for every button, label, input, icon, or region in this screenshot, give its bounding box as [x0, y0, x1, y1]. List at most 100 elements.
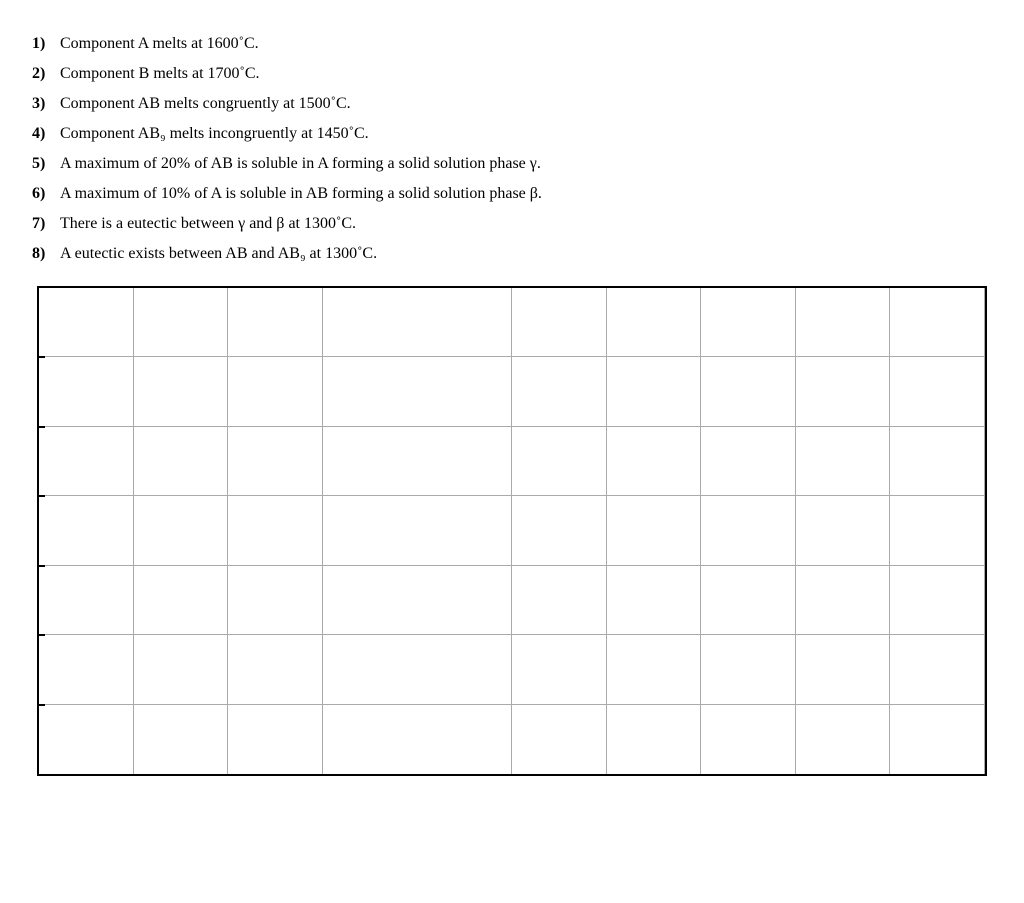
- grid-cell: [323, 705, 418, 774]
- list-item-text: Component AB melts congruently at 1500˚C…: [60, 92, 1002, 116]
- grid-cell: [512, 566, 607, 635]
- list-item-number: 2): [32, 62, 60, 86]
- tick-5: [37, 634, 45, 636]
- grid-cell: [607, 357, 702, 426]
- grid-cell: [890, 496, 985, 565]
- grid-cell: [796, 427, 891, 496]
- grid-cell: [796, 357, 891, 426]
- grid-cell: [701, 496, 796, 565]
- grid-cell: [323, 566, 418, 635]
- grid-cell: [228, 566, 323, 635]
- list-item-text: Component B melts at 1700˚C.: [60, 62, 1002, 86]
- grid-cell: [323, 496, 418, 565]
- grid-cell: [890, 427, 985, 496]
- grid-cell: [228, 357, 323, 426]
- list-item-number: 4): [32, 122, 60, 146]
- list-item-text: Component AB₉ melts incongruently at 145…: [60, 122, 1002, 146]
- grid-cell: [607, 566, 702, 635]
- grid-cell: [134, 566, 229, 635]
- grid-cell: [796, 566, 891, 635]
- grid-cell: [228, 427, 323, 496]
- list-item-number: 8): [32, 242, 60, 266]
- grid-cell: [890, 635, 985, 704]
- list-item: 3)Component AB melts congruently at 1500…: [32, 92, 1002, 116]
- tick-4: [37, 565, 45, 567]
- grid-cell: [134, 496, 229, 565]
- grid-cell: [228, 635, 323, 704]
- grid-cell: [701, 635, 796, 704]
- list-item-text: There is a eutectic between γ and β at 1…: [60, 212, 1002, 236]
- grid-cell: [701, 288, 796, 357]
- grid-cell: [607, 427, 702, 496]
- list-item-number: 5): [32, 152, 60, 176]
- grid-cell: [512, 288, 607, 357]
- grid-cell: [417, 705, 512, 774]
- grid-cell: [417, 357, 512, 426]
- grid-cell: [890, 705, 985, 774]
- grid-cell: [228, 705, 323, 774]
- list-item-text: A maximum of 10% of A is soluble in AB f…: [60, 182, 1002, 206]
- grid-cell: [890, 288, 985, 357]
- grid-cell: [39, 427, 134, 496]
- grid-cell: [323, 288, 418, 357]
- list-item: 6)A maximum of 10% of A is soluble in AB…: [32, 182, 1002, 206]
- grid-cell: [512, 635, 607, 704]
- grid-cell: [512, 357, 607, 426]
- grid-cell: [323, 357, 418, 426]
- grid-cell: [512, 705, 607, 774]
- list-item: 1)Component A melts at 1600˚C.: [32, 32, 1002, 56]
- grid-cell: [701, 357, 796, 426]
- grid-cell: [228, 496, 323, 565]
- items-list: 1)Component A melts at 1600˚C.2)Componen…: [32, 32, 1002, 266]
- list-item: 2)Component B melts at 1700˚C.: [32, 62, 1002, 86]
- grid-cell: [228, 288, 323, 357]
- tick-6: [37, 704, 45, 706]
- grid-cell: [134, 288, 229, 357]
- list-item: 8)A eutectic exists between AB and AB₉ a…: [32, 242, 1002, 266]
- grid-cell: [607, 496, 702, 565]
- list-item: 7)There is a eutectic between γ and β at…: [32, 212, 1002, 236]
- grid-cell: [39, 705, 134, 774]
- grid-cell: [417, 496, 512, 565]
- grid-cell: [701, 705, 796, 774]
- grid-cell: [512, 496, 607, 565]
- grid-cell: [796, 705, 891, 774]
- grid-cell: [417, 288, 512, 357]
- list-item: 5)A maximum of 20% of AB is soluble in A…: [32, 152, 1002, 176]
- grid-cell: [39, 635, 134, 704]
- list-item-text: Component A melts at 1600˚C.: [60, 32, 1002, 56]
- grid-cell: [607, 635, 702, 704]
- grid-cell: [134, 357, 229, 426]
- tick-3: [37, 495, 45, 497]
- grid-cell: [134, 635, 229, 704]
- grid-cell: [323, 427, 418, 496]
- grid-cell: [607, 288, 702, 357]
- grid-cell: [39, 357, 134, 426]
- grid-cell: [890, 566, 985, 635]
- phase-diagram-grid: [37, 286, 987, 776]
- list-item-number: 1): [32, 32, 60, 56]
- grid-cell: [323, 635, 418, 704]
- grid-cell: [417, 566, 512, 635]
- grid-cell: [607, 705, 702, 774]
- grid-cell: [417, 427, 512, 496]
- grid-cell: [39, 288, 134, 357]
- grid-cell: [796, 288, 891, 357]
- list-item-text: A eutectic exists between AB and AB₉ at …: [60, 242, 1002, 266]
- grid-cell: [134, 427, 229, 496]
- grid-cell: [701, 566, 796, 635]
- tick-1: [37, 356, 45, 358]
- grid-cell: [39, 496, 134, 565]
- tick-2: [37, 426, 45, 428]
- grid-cell: [701, 427, 796, 496]
- list-item: 4)Component AB₉ melts incongruently at 1…: [32, 122, 1002, 146]
- grid-cell: [512, 427, 607, 496]
- list-item-text: A maximum of 20% of AB is soluble in A f…: [60, 152, 1002, 176]
- grid-cell: [796, 635, 891, 704]
- grid-cell: [890, 357, 985, 426]
- grid-cell: [134, 705, 229, 774]
- list-item-number: 3): [32, 92, 60, 116]
- grid-cell: [417, 635, 512, 704]
- grid-cell: [39, 566, 134, 635]
- list-item-number: 6): [32, 182, 60, 206]
